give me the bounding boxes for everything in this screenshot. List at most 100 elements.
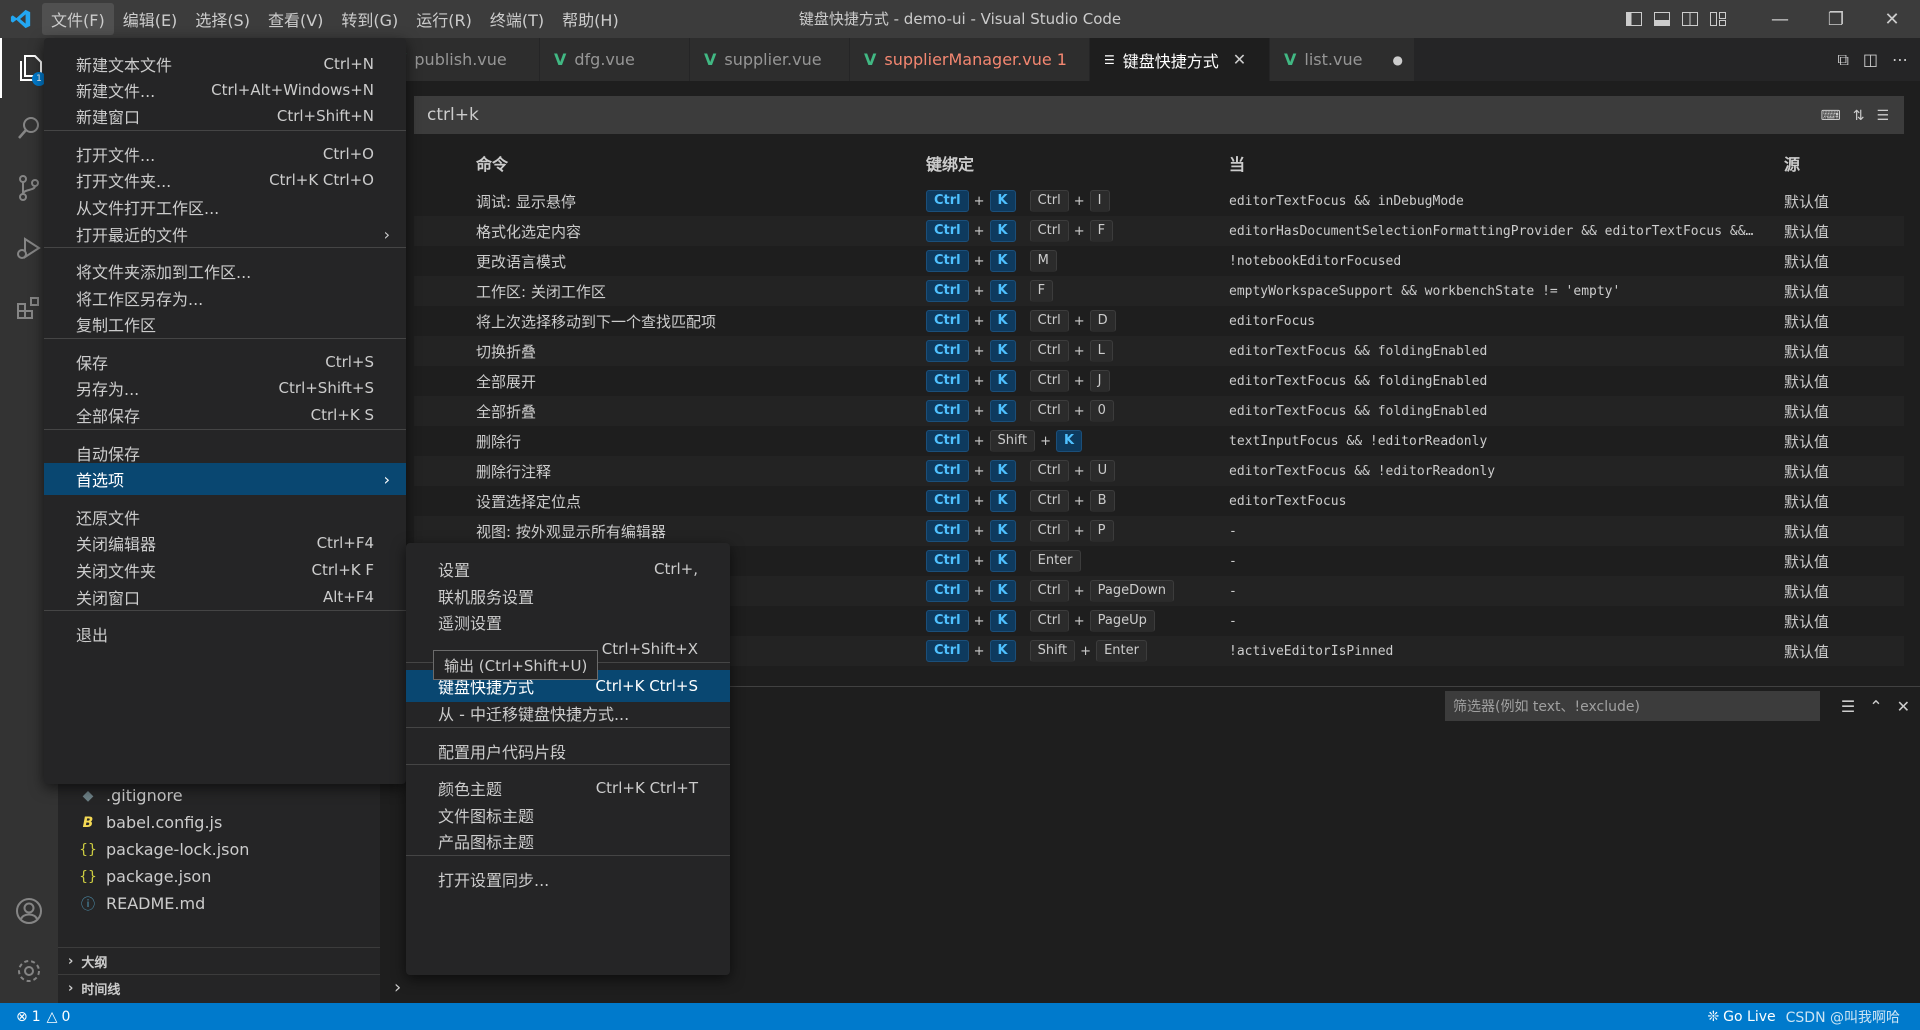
when-cell: editorTextFocus && inDebugMode bbox=[1229, 193, 1464, 209]
file-package-json[interactable]: {} package.json bbox=[78, 863, 211, 890]
panel-filter-input[interactable]: 筛选器(例如 text、!exclude) bbox=[1445, 691, 1820, 721]
source-cell: 默认值 bbox=[1784, 642, 1830, 661]
tab-label: dfg.vue bbox=[574, 50, 635, 69]
source-cell: 默认值 bbox=[1784, 402, 1830, 421]
menu-edit[interactable]: 编辑(E) bbox=[114, 3, 187, 35]
file-label: README.md bbox=[106, 894, 206, 913]
submenu-item-migrate-keyboard-shortcuts[interactable]: 从 - 中迁移键盘快捷方式... bbox=[406, 697, 730, 729]
tab-list[interactable]: Vlist.vue ● bbox=[1270, 38, 1415, 81]
keybinding-row[interactable]: 全部展开 Ctrl + K Ctrl + JeditorTextFocus && foldi… bbox=[414, 366, 1904, 396]
menu-item-new-window[interactable]: 新建窗口 Ctrl+Shift+N bbox=[44, 100, 406, 132]
menu-item-preferences[interactable]: 首选项 › bbox=[44, 463, 406, 495]
customize-layout-icon[interactable] bbox=[1704, 0, 1732, 38]
submenu-item-turn-on-settings-sync[interactable]: 打开设置同步... bbox=[406, 863, 730, 895]
key-plus: + bbox=[1073, 493, 1085, 509]
menu-view[interactable]: 查看(V) bbox=[259, 3, 332, 35]
menu-item-label: 全部保存 bbox=[76, 407, 141, 426]
keybinding-row[interactable]: 删除行 Ctrl + Shift + KtextInputFocus && !editor… bbox=[414, 426, 1904, 456]
key-cap: Ctrl bbox=[1029, 220, 1069, 242]
keybinding-row[interactable]: 更改语言模式 Ctrl + K M !notebookEditorFocused 默认值 bbox=[414, 246, 1904, 276]
menu-item-save-all[interactable]: 全部保存 Ctrl+K S bbox=[44, 399, 406, 431]
toggle-secondary-sidebar-icon[interactable] bbox=[1676, 0, 1704, 38]
error-icon[interactable]: ⊗ bbox=[16, 1009, 28, 1025]
keybinding-row[interactable]: 调试: 显示悬停 Ctrl + K Ctrl + IeditorTextFocus && i… bbox=[414, 186, 1904, 216]
key-cap: K bbox=[989, 340, 1016, 362]
close-panel-icon[interactable]: ✕ bbox=[1897, 697, 1910, 716]
menu-bar: 文件(F) 编辑(E) 选择(S) 查看(V) 转到(G) 运行(R) 终端(T… bbox=[42, 0, 628, 38]
toggle-panel-icon[interactable] bbox=[1648, 0, 1676, 38]
key-plus: + bbox=[1040, 433, 1051, 449]
record-keys-icon[interactable]: ⌨ bbox=[1820, 108, 1840, 124]
file-label: package-lock.json bbox=[106, 840, 250, 859]
keybinding-row[interactable]: 工作区: 关闭工作区 Ctrl + K FemptyWorkspaceSupport &… bbox=[414, 276, 1904, 306]
menu-help[interactable]: 帮助(H) bbox=[553, 3, 628, 35]
accounts-icon[interactable] bbox=[0, 881, 58, 941]
file-readme[interactable]: ⓘ README.md bbox=[78, 890, 205, 917]
file-label: package.json bbox=[106, 867, 212, 886]
menu-terminal[interactable]: 终端(T) bbox=[481, 3, 553, 35]
tab-label: list.vue bbox=[1304, 50, 1363, 69]
tab-supplier[interactable]: Vsupplier.vue bbox=[690, 38, 850, 81]
menu-go[interactable]: 转到(G) bbox=[332, 3, 407, 35]
toggle-sidebar-icon[interactable] bbox=[1620, 0, 1648, 38]
keybinding-row[interactable]: 全部折叠 Ctrl + K Ctrl +0 editorTextFocus && foldi… bbox=[414, 396, 1904, 426]
key-plus: + bbox=[973, 223, 985, 239]
open-json-icon[interactable]: ⧉ bbox=[1837, 50, 1848, 70]
warning-icon[interactable]: △ bbox=[47, 1009, 58, 1025]
file-gitignore[interactable]: ◆ .gitignore bbox=[78, 782, 183, 809]
split-editor-icon[interactable]: ◫ bbox=[1863, 50, 1878, 69]
keybinding-row[interactable]: 格式化选定内容 Ctrl + K Ctrl + FeditorHasDocumentSele… bbox=[414, 216, 1904, 246]
maximize-panel-icon[interactable]: ⌃ bbox=[1869, 697, 1882, 716]
keybinding-row[interactable]: 设置选择定位点 Ctrl + K Ctrl + BeditorTextFocus 默认值 bbox=[414, 486, 1904, 516]
when-cell: - bbox=[1229, 553, 1237, 569]
submenu-item-configure-user-snippets[interactable]: 配置用户代码片段 bbox=[406, 735, 730, 767]
close-tab-icon[interactable]: ✕ bbox=[1233, 50, 1246, 69]
menu-item-open-recent[interactable]: 打开最近的文件 › bbox=[44, 218, 406, 250]
warning-count[interactable]: 0 bbox=[61, 1009, 70, 1025]
header-when: 当 bbox=[1229, 155, 1246, 174]
filter-placeholder: 筛选器(例如 text、!exclude) bbox=[1453, 699, 1640, 715]
clear-output-icon[interactable]: ☰ bbox=[1841, 697, 1855, 716]
menu-item-close-window[interactable]: 关闭窗口 Alt+F4 bbox=[44, 581, 406, 613]
clear-filter-icon[interactable]: ☰ bbox=[1876, 108, 1889, 124]
keybindings-header: 命令 键绑定 当 源 bbox=[414, 146, 1904, 180]
close-window-icon[interactable]: ✕ bbox=[1864, 0, 1920, 38]
keybinding-row[interactable]: 将上次选择移动到下一个查找匹配项 Ctrl + K Ctrl + DeditorFocus 默… bbox=[414, 306, 1904, 336]
key-plus: + bbox=[973, 343, 985, 359]
key-cap: Ctrl bbox=[926, 280, 969, 302]
key-cap: K bbox=[989, 370, 1016, 392]
tab-supplier-manager[interactable]: VsupplierManager.vue 1 bbox=[850, 38, 1090, 81]
keybindings-search-input[interactable]: ctrl+k ⌨ ⇅ ☰ bbox=[414, 96, 1904, 134]
keybinding-cell: Ctrl + K M bbox=[926, 250, 1057, 272]
restore-icon[interactable]: ❐ bbox=[1808, 0, 1864, 38]
sort-by-precedence-icon[interactable]: ⇅ bbox=[1853, 108, 1865, 124]
error-count[interactable]: 1 bbox=[32, 1009, 41, 1025]
keybinding-row[interactable]: 删除行注释 Ctrl + K Ctrl + UeditorTextFocus && !edi… bbox=[414, 456, 1904, 486]
key-cap: Ctrl bbox=[1029, 400, 1069, 422]
file-package-lock[interactable]: {} package-lock.json bbox=[78, 836, 249, 863]
timeline-section[interactable]: › 时间线 bbox=[58, 974, 380, 1001]
submenu-item-product-icon-theme[interactable]: 产品图标主题 bbox=[406, 825, 730, 857]
minimize-icon[interactable]: — bbox=[1752, 0, 1808, 38]
file-babel-config[interactable]: B babel.config.js bbox=[78, 809, 223, 836]
menu-item-label: 设置 bbox=[438, 561, 471, 580]
key-plus: + bbox=[1073, 403, 1085, 419]
chevron-right-icon: › bbox=[383, 469, 390, 489]
panel-expand-icon[interactable]: › bbox=[394, 977, 401, 998]
keybinding-row[interactable]: 视图: 按外观显示所有编辑器 Ctrl + K Ctrl + P - 默认值 bbox=[414, 516, 1904, 546]
go-live-button[interactable]: Go Live bbox=[1723, 1009, 1775, 1025]
menu-run[interactable]: 运行(R) bbox=[407, 3, 481, 35]
menu-selection[interactable]: 选择(S) bbox=[186, 3, 259, 35]
key-cap: Enter bbox=[1029, 550, 1081, 572]
key-cap: K bbox=[989, 460, 1016, 482]
menu-item-duplicate-workspace[interactable]: 复制工作区 bbox=[44, 308, 406, 340]
more-actions-icon[interactable]: ⋯ bbox=[1892, 50, 1908, 69]
keybinding-row[interactable]: 切换折叠 Ctrl + K Ctrl + LeditorTextFocus && foldi… bbox=[414, 336, 1904, 366]
when-cell: editorTextFocus && foldingEnabled bbox=[1229, 343, 1488, 359]
outline-section[interactable]: › 大纲 bbox=[58, 947, 380, 974]
tab-keyboard-shortcuts[interactable]: ☰ 键盘快捷方式 ✕ bbox=[1090, 38, 1270, 81]
menu-file[interactable]: 文件(F) bbox=[42, 3, 114, 35]
tab-dfg[interactable]: Vdfg.vue bbox=[540, 38, 690, 81]
menu-item-exit[interactable]: 退出 bbox=[44, 618, 406, 650]
manage-gear-icon[interactable] bbox=[0, 941, 58, 1001]
